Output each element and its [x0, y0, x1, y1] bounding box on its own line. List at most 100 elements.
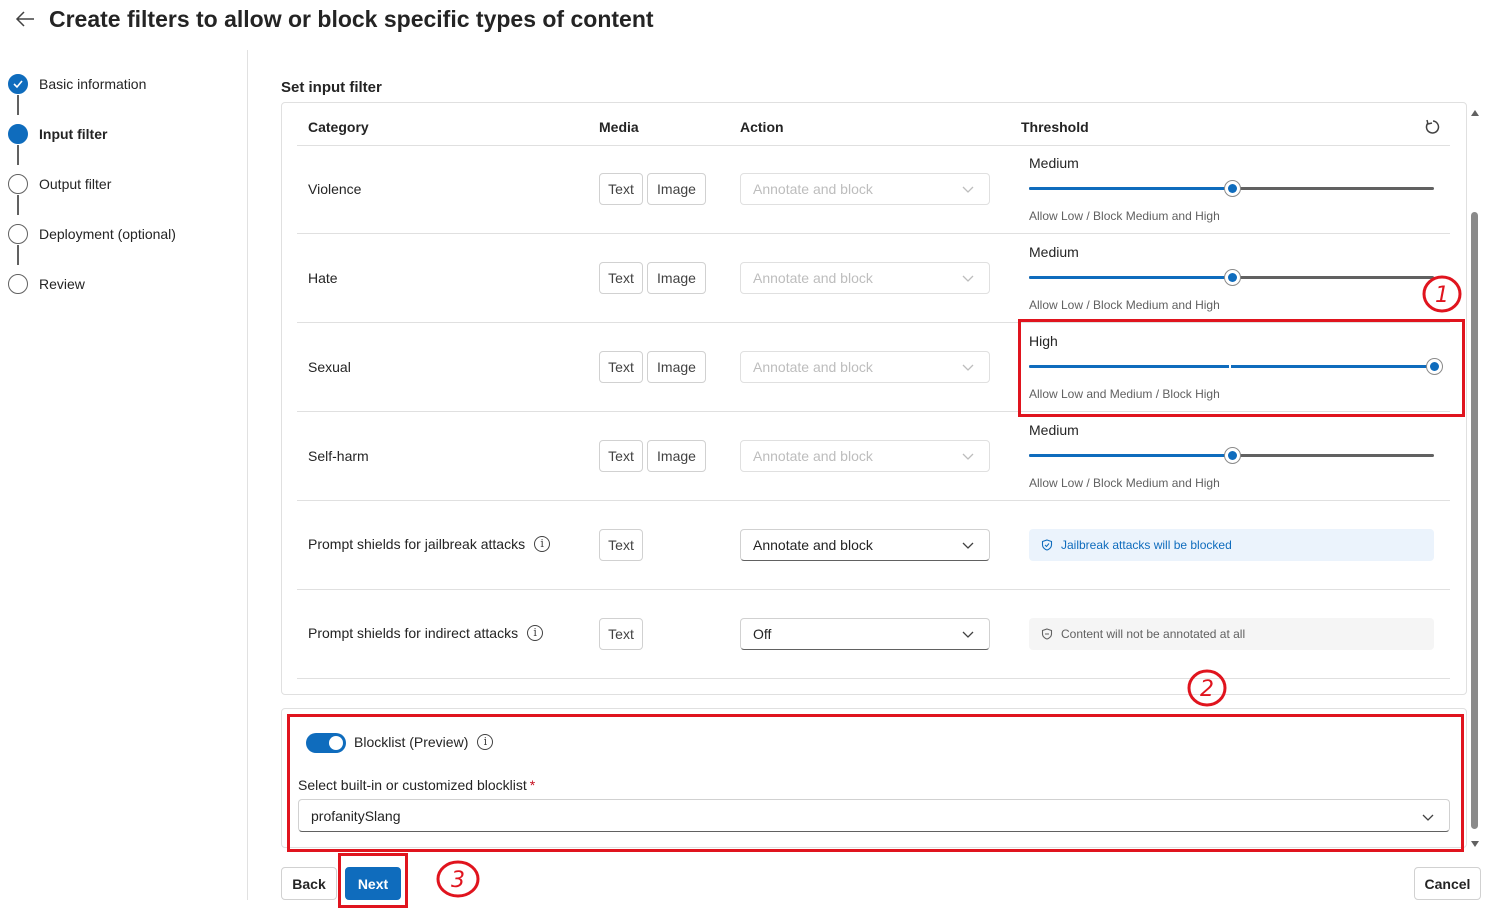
action-dropdown[interactable]: Annotate and block: [740, 351, 990, 383]
action-value: Annotate and block: [753, 270, 873, 286]
category-label: Prompt shields for indirect attacks: [308, 625, 519, 641]
media-text-button[interactable]: Text: [599, 351, 643, 383]
info-icon[interactable]: i: [534, 536, 551, 552]
slider-fill: [1029, 276, 1232, 279]
annotation-box-1: [1018, 319, 1465, 417]
info-icon[interactable]: i: [527, 625, 544, 641]
annotation-number-2-icon: 2: [1187, 669, 1227, 707]
category-label: Self-harm: [308, 448, 369, 464]
chevron-down-icon: [962, 364, 974, 371]
action-value: Annotate and block: [753, 448, 873, 464]
row-divider: [297, 678, 1450, 679]
category-label-wrap: Prompt shields for jailbreak attacks i: [308, 536, 551, 552]
vertical-divider: [247, 50, 248, 900]
step-label: Input filter: [39, 126, 108, 142]
reset-icon[interactable]: [1424, 118, 1442, 136]
step-review[interactable]: Review: [8, 274, 85, 294]
media-text-button[interactable]: Text: [599, 262, 643, 294]
step-label: Output filter: [39, 176, 112, 192]
column-header-media: Media: [599, 119, 639, 135]
action-dropdown[interactable]: Annotate and block: [740, 440, 990, 472]
step-output-filter[interactable]: Output filter: [8, 174, 111, 194]
threshold-description: Allow Low / Block Medium and High: [1029, 476, 1220, 490]
media-text-button[interactable]: Text: [599, 529, 643, 561]
slider-fill: [1029, 187, 1232, 190]
threshold-slider[interactable]: [1029, 180, 1434, 197]
threshold-description: Allow Low / Block Medium and High: [1029, 209, 1220, 223]
media-image-button[interactable]: Image: [647, 173, 706, 205]
threshold-slider[interactable]: [1029, 447, 1434, 464]
slider-thumb[interactable]: [1224, 447, 1241, 464]
media-text-button[interactable]: Text: [599, 173, 643, 205]
threshold-slider[interactable]: [1029, 269, 1434, 286]
media-image-button[interactable]: Image: [647, 262, 706, 294]
chevron-down-icon: [962, 542, 974, 549]
action-value: Off: [753, 626, 772, 642]
annotation-number-1-icon: 1: [1422, 275, 1462, 313]
scrollbar[interactable]: [1470, 102, 1480, 847]
step-current-icon: [8, 124, 28, 144]
shield-icon: [1041, 539, 1053, 551]
column-header-action: Action: [740, 119, 784, 135]
action-value: Annotate and block: [753, 181, 873, 197]
row-divider: [297, 500, 1450, 501]
media-image-button[interactable]: Image: [647, 351, 706, 383]
slider-thumb[interactable]: [1224, 269, 1241, 286]
row-divider: [297, 233, 1450, 234]
step-connector: [17, 245, 19, 265]
scroll-up-arrow-icon[interactable]: [1471, 110, 1479, 116]
scroll-down-arrow-icon[interactable]: [1471, 841, 1479, 847]
step-basic-information[interactable]: Basic information: [8, 74, 146, 94]
column-header-category: Category: [308, 119, 369, 135]
step-input-filter[interactable]: Input filter: [8, 124, 107, 144]
category-label: Violence: [308, 181, 362, 197]
threshold-description: Allow Low / Block Medium and High: [1029, 298, 1220, 312]
category-label: Prompt shields for jailbreak attacks: [308, 536, 526, 552]
cancel-button[interactable]: Cancel: [1414, 867, 1481, 900]
status-message-text: Content will not be annotated at all: [1061, 627, 1246, 641]
threshold-level-label: Medium: [1029, 422, 1079, 438]
category-label: Sexual: [308, 359, 351, 375]
back-button[interactable]: Back: [281, 867, 337, 900]
chevron-down-icon: [962, 186, 974, 193]
chevron-down-icon: [962, 275, 974, 282]
step-connector: [17, 195, 19, 215]
slider-thumb[interactable]: [1224, 180, 1241, 197]
step-label: Basic information: [39, 76, 147, 92]
step-connector: [17, 95, 19, 115]
annotation-box-3: [338, 853, 408, 908]
action-dropdown[interactable]: Off: [740, 618, 990, 650]
step-connector: [17, 145, 19, 165]
annotation-number-2: 2: [1200, 677, 1214, 702]
shield-icon: [1041, 628, 1053, 640]
media-text-button[interactable]: Text: [599, 618, 643, 650]
row-divider: [297, 145, 1450, 146]
step-pending-icon: [8, 174, 28, 194]
slider-fill: [1029, 454, 1232, 457]
step-label: Review: [39, 276, 85, 292]
action-value: Annotate and block: [753, 359, 873, 375]
step-pending-icon: [8, 224, 28, 244]
action-dropdown[interactable]: Annotate and block: [740, 262, 990, 294]
chevron-down-icon: [962, 453, 974, 460]
annotation-number-3: 3: [451, 868, 465, 893]
chevron-down-icon: [962, 631, 974, 638]
threshold-level-label: Medium: [1029, 155, 1079, 171]
media-text-button[interactable]: Text: [599, 440, 643, 472]
media-image-button[interactable]: Image: [647, 440, 706, 472]
annotation-number-3-icon: 3: [436, 860, 480, 898]
row-divider: [297, 589, 1450, 590]
status-message-text: Jailbreak attacks will be blocked: [1061, 538, 1232, 552]
action-dropdown[interactable]: Annotate and block: [740, 529, 990, 561]
action-dropdown[interactable]: Annotate and block: [740, 173, 990, 205]
scroll-thumb[interactable]: [1471, 212, 1478, 829]
annotation-number-1: 1: [1435, 283, 1449, 308]
step-label: Deployment (optional): [39, 226, 176, 242]
page-title: Create filters to allow or block specifi…: [49, 6, 654, 32]
status-message: Jailbreak attacks will be blocked: [1029, 529, 1434, 561]
step-pending-icon: [8, 274, 28, 294]
step-deployment[interactable]: Deployment (optional): [8, 224, 176, 244]
threshold-level-label: Medium: [1029, 244, 1079, 260]
back-arrow-icon[interactable]: [14, 8, 36, 30]
section-title: Set input filter: [281, 79, 382, 96]
